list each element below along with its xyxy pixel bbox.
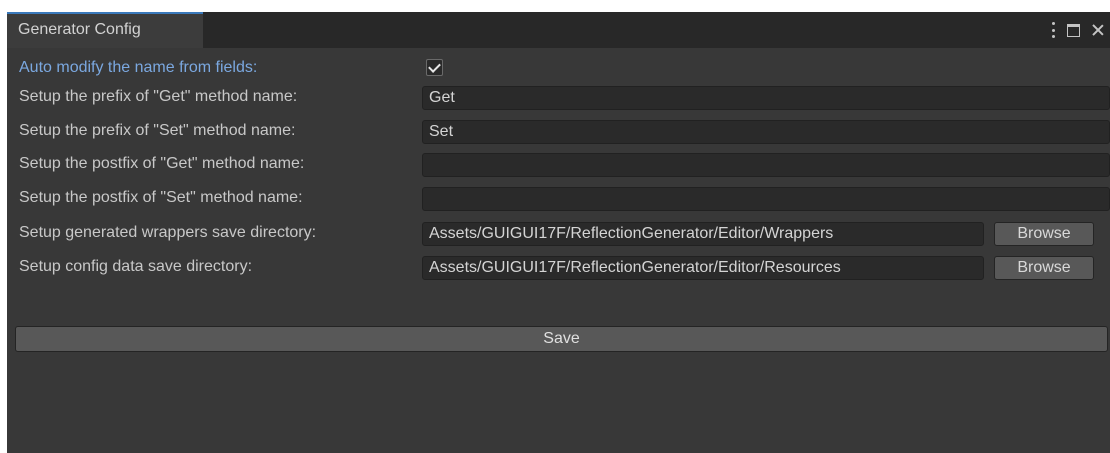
- wrappers-dir-label: Setup generated wrappers save directory:: [19, 224, 317, 241]
- get-postfix-row: Setup the postfix of "Get" method name:: [19, 153, 1110, 177]
- set-postfix-row: Setup the postfix of "Set" method name:: [19, 187, 1110, 211]
- auto-modify-label: Auto modify the name from fields:: [19, 59, 258, 76]
- wrappers-dir-input[interactable]: Assets/GUIGUI17F/ReflectionGenerator/Edi…: [422, 222, 984, 246]
- auto-modify-row: Auto modify the name from fields:: [19, 57, 1110, 79]
- tab-bar: Generator Config: [7, 12, 1110, 48]
- config-dir-input[interactable]: Assets/GUIGUI17F/ReflectionGenerator/Edi…: [422, 256, 984, 280]
- close-icon[interactable]: [1092, 24, 1104, 36]
- window-controls: [1051, 19, 1104, 41]
- set-postfix-label: Setup the postfix of "Set" method name:: [19, 189, 303, 206]
- generator-config-window: Generator Config Auto modify the name fr…: [7, 12, 1110, 453]
- set-prefix-row: Setup the prefix of "Set" method name: S…: [19, 120, 1110, 144]
- get-prefix-input[interactable]: Get: [422, 86, 1110, 110]
- wrappers-browse-button[interactable]: Browse: [994, 222, 1094, 246]
- set-prefix-input[interactable]: Set: [422, 120, 1110, 144]
- config-panel: Auto modify the name from fields: Setup …: [7, 48, 1110, 453]
- auto-modify-checkbox[interactable]: [426, 59, 443, 76]
- get-prefix-row: Setup the prefix of "Get" method name: G…: [19, 86, 1110, 110]
- set-prefix-label: Setup the prefix of "Set" method name:: [19, 122, 296, 139]
- save-button[interactable]: Save: [15, 326, 1108, 352]
- get-postfix-label: Setup the postfix of "Get" method name:: [19, 155, 305, 172]
- kebab-menu-icon[interactable]: [1051, 22, 1055, 38]
- wrappers-dir-row: Setup generated wrappers save directory:…: [19, 222, 1110, 246]
- get-prefix-label: Setup the prefix of "Get" method name:: [19, 88, 298, 105]
- get-postfix-input[interactable]: [422, 153, 1110, 177]
- tab-generator-config[interactable]: Generator Config: [7, 12, 203, 48]
- config-browse-button[interactable]: Browse: [994, 256, 1094, 280]
- maximize-icon[interactable]: [1067, 23, 1080, 37]
- config-dir-label: Setup config data save directory:: [19, 258, 253, 275]
- config-dir-row: Setup config data save directory: Assets…: [19, 256, 1110, 280]
- set-postfix-input[interactable]: [422, 187, 1110, 211]
